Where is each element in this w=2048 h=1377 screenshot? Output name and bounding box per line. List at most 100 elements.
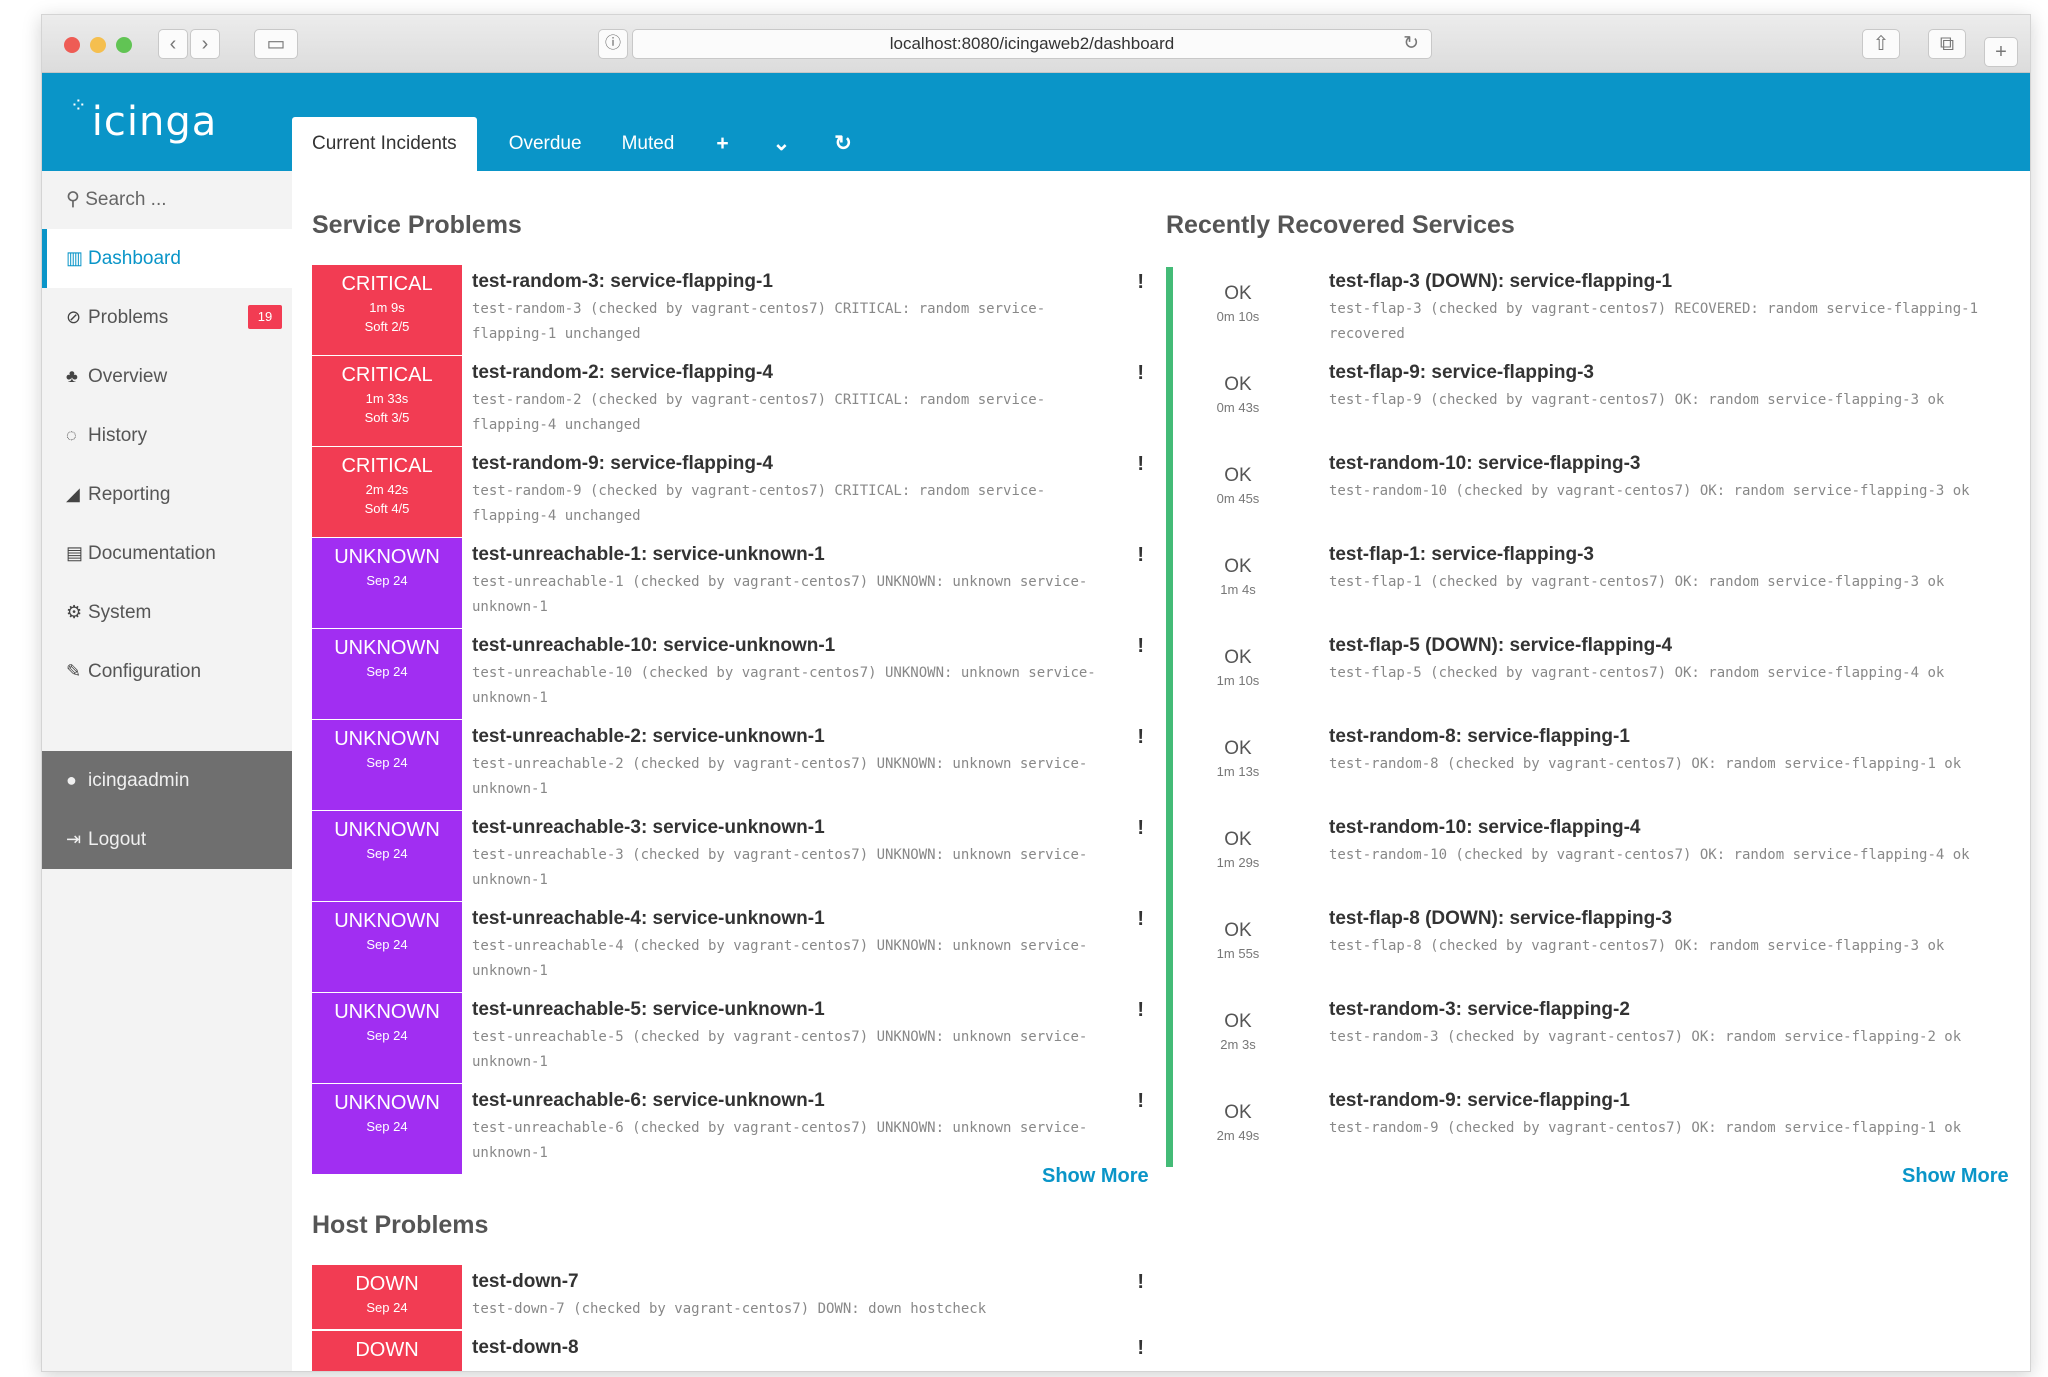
state-label: UNKNOWN <box>334 546 440 568</box>
service-title[interactable]: test-random-10: service-flapping-4 <box>1329 817 1640 839</box>
new-tab-button[interactable]: + <box>1984 37 2018 67</box>
service-problem-row[interactable]: UNKNOWN Sep 24 test-unreachable-1: service… <box>312 538 1162 628</box>
recovered-service-row[interactable]: OK 0m 45s test-random-10: service-flapping… <box>1173 447 2023 537</box>
sidebar-item-label: Reporting <box>88 484 171 505</box>
forward-button[interactable]: › <box>190 29 220 59</box>
recovered-services-show-more[interactable]: Show More <box>1902 1165 2009 1188</box>
recovered-service-row[interactable]: OK 0m 43s test-flap-9: service-flapping-3 t… <box>1173 356 2023 446</box>
site-info-icon[interactable]: ⓘ <box>598 29 628 59</box>
flapping-icon: ! <box>1137 544 1144 566</box>
tab-overdue[interactable]: Overdue <box>489 117 602 171</box>
sidebar-item-reporting[interactable]: ◢ Reporting <box>42 465 292 524</box>
ok-state-badge: OK 1m 55s <box>1173 902 1303 992</box>
service-title[interactable]: test-random-3: service-flapping-1 <box>472 271 773 293</box>
flapping-icon: ! <box>1137 271 1144 293</box>
sidebar-item-configuration[interactable]: ✎ Configuration <box>42 642 292 701</box>
service-title[interactable]: test-random-10: service-flapping-3 <box>1329 453 1640 475</box>
user-account-link[interactable]: ● icingaadmin <box>42 751 292 810</box>
sidebar-item-history[interactable]: ◌ History <box>42 406 292 465</box>
service-problem-row[interactable]: CRITICAL 2m 42s Soft 4/5 test-random-9: ser… <box>312 447 1162 537</box>
service-title[interactable]: test-flap-1: service-flapping-3 <box>1329 544 1594 566</box>
state-badge: UNKNOWN Sep 24 <box>312 538 462 628</box>
sidebar-item-documentation[interactable]: ▤ Documentation <box>42 524 292 583</box>
state-attempt: Soft 2/5 <box>364 319 410 334</box>
service-title[interactable]: test-unreachable-6: service-unknown-1 <box>472 1090 825 1112</box>
flapping-icon: ! <box>1137 635 1144 657</box>
service-title[interactable]: test-random-3: service-flapping-2 <box>1329 999 1630 1021</box>
ok-state-badge: OK 0m 10s <box>1173 265 1303 355</box>
back-button[interactable]: ‹ <box>158 29 188 59</box>
recovered-service-row[interactable]: OK 2m 49s test-random-9: service-flapping-… <box>1173 1084 2023 1174</box>
service-title[interactable]: test-unreachable-2: service-unknown-1 <box>472 726 825 748</box>
host-problems-title: Host Problems <box>312 1211 489 1239</box>
service-problems-show-more[interactable]: Show More <box>1042 1165 1149 1188</box>
service-problem-row[interactable]: UNKNOWN Sep 24 test-unreachable-10: servic… <box>312 629 1162 719</box>
sidebar-item-label: Documentation <box>88 543 216 564</box>
service-problem-row[interactable]: UNKNOWN Sep 24 test-unreachable-5: service… <box>312 993 1162 1083</box>
recovered-service-row[interactable]: OK 2m 3s test-random-3: service-flapping-2… <box>1173 993 2023 1083</box>
sidebar-toggle-icon[interactable]: ▭ <box>254 29 298 59</box>
service-title[interactable]: test-random-9: service-flapping-1 <box>1329 1090 1630 1112</box>
host-title[interactable]: test-down-8 <box>472 1337 579 1359</box>
add-dashlet-icon[interactable]: + <box>694 117 750 171</box>
ok-state-badge: OK 1m 29s <box>1173 811 1303 901</box>
state-duration: Sep 24 <box>366 664 408 679</box>
search-input[interactable]: ⚲ Search ... <box>42 171 292 229</box>
close-window-button[interactable] <box>64 37 80 53</box>
service-title[interactable]: test-random-9: service-flapping-4 <box>472 453 773 475</box>
service-problem-row[interactable]: UNKNOWN Sep 24 test-unreachable-3: service… <box>312 811 1162 901</box>
logout-link[interactable]: ⇥ Logout <box>42 810 292 869</box>
tab-current-incidents[interactable]: Current Incidents <box>292 117 477 171</box>
service-problem-row[interactable]: UNKNOWN Sep 24 test-unreachable-2: service… <box>312 720 1162 810</box>
icinga-logo[interactable]: ⁘ icinga <box>70 93 217 145</box>
service-title[interactable]: test-unreachable-4: service-unknown-1 <box>472 908 825 930</box>
reload-icon[interactable]: ↻ <box>1403 30 1419 58</box>
user-icon: ● <box>66 770 77 790</box>
service-title[interactable]: test-unreachable-3: service-unknown-1 <box>472 817 825 839</box>
refresh-icon[interactable]: ↻ <box>812 117 874 171</box>
service-title[interactable]: test-unreachable-5: service-unknown-1 <box>472 999 825 1021</box>
sidebar-item-system[interactable]: ⚙ System <box>42 583 292 642</box>
service-title[interactable]: test-unreachable-10: service-unknown-1 <box>472 635 835 657</box>
recovered-service-row[interactable]: OK 1m 29s test-random-10: service-flapping… <box>1173 811 2023 901</box>
tabs-overview-icon[interactable]: ⧉ <box>1928 29 1966 59</box>
service-problem-row[interactable]: UNKNOWN Sep 24 test-unreachable-4: service… <box>312 902 1162 992</box>
service-title[interactable]: test-random-2: service-flapping-4 <box>472 362 773 384</box>
host-problem-row[interactable]: DOWN test-down-8! <box>312 1331 1162 1371</box>
minimize-window-button[interactable] <box>90 37 106 53</box>
browser-window: ‹ › ▭ ⓘ localhost:8080/icingaweb2/dashbo… <box>41 14 2031 1372</box>
plugin-output: test-random-8 (checked by vagrant-centos… <box>1329 756 1962 772</box>
service-problem-row[interactable]: CRITICAL 1m 9s Soft 2/5 test-random-3: serv… <box>312 265 1162 355</box>
sidebar-item-overview[interactable]: ♣ Overview <box>42 347 292 406</box>
chevron-down-icon[interactable]: ⌄ <box>751 117 813 171</box>
host-problem-row[interactable]: DOWN Sep 24 test-down-7 test-down-7 (checke… <box>312 1265 1162 1329</box>
address-bar[interactable]: localhost:8080/icingaweb2/dashboard ↻ <box>632 29 1432 59</box>
service-title[interactable]: test-flap-9: service-flapping-3 <box>1329 362 1594 384</box>
recovered-service-row[interactable]: OK 1m 4s test-flap-1: service-flapping-3 te… <box>1173 538 2023 628</box>
recovered-service-row[interactable]: OK 1m 13s test-random-8: service-flapping-… <box>1173 720 2023 810</box>
recovered-service-row[interactable]: OK 1m 55s test-flap-8 (DOWN): service-flap… <box>1173 902 2023 992</box>
maximize-window-button[interactable] <box>116 37 132 53</box>
recovered-service-row[interactable]: OK 0m 10s test-flap-3 (DOWN): service-flap… <box>1173 265 2023 355</box>
state-label: OK <box>1224 738 1252 759</box>
state-badge: UNKNOWN Sep 24 <box>312 720 462 810</box>
sidebar-item-dashboard[interactable]: ▥ Dashboard <box>42 229 292 288</box>
service-title[interactable]: test-flap-8 (DOWN): service-flapping-3 <box>1329 908 1672 930</box>
service-title[interactable]: test-flap-3 (DOWN): service-flapping-1 <box>1329 271 1672 293</box>
host-title[interactable]: test-down-7 <box>472 1271 579 1293</box>
recovered-services-title: Recently Recovered Services <box>1166 211 1515 239</box>
state-label: DOWN <box>355 1273 419 1295</box>
state-duration: 1m 10s <box>1216 673 1260 688</box>
share-icon[interactable]: ⇧ <box>1862 29 1900 59</box>
service-problem-row[interactable]: UNKNOWN Sep 24 test-unreachable-6: service… <box>312 1084 1162 1174</box>
service-problem-row[interactable]: CRITICAL 1m 33s Soft 3/5 test-random-2: ser… <box>312 356 1162 446</box>
tab-muted[interactable]: Muted <box>602 117 695 171</box>
service-title[interactable]: test-flap-5 (DOWN): service-flapping-4 <box>1329 635 1672 657</box>
recovered-service-row[interactable]: OK 1m 10s test-flap-5 (DOWN): service-flap… <box>1173 629 2023 719</box>
state-duration: 1m 9s <box>369 300 405 315</box>
plugin-output: test-unreachable-2 (checked by vagrant-c… <box>472 756 1088 797</box>
service-title[interactable]: test-unreachable-1: service-unknown-1 <box>472 544 825 566</box>
plugin-output: test-random-2 (checked by vagrant-centos… <box>472 392 1046 433</box>
service-title[interactable]: test-random-8: service-flapping-1 <box>1329 726 1630 748</box>
sidebar-item-problems[interactable]: ⊘ Problems 19 <box>42 288 292 347</box>
